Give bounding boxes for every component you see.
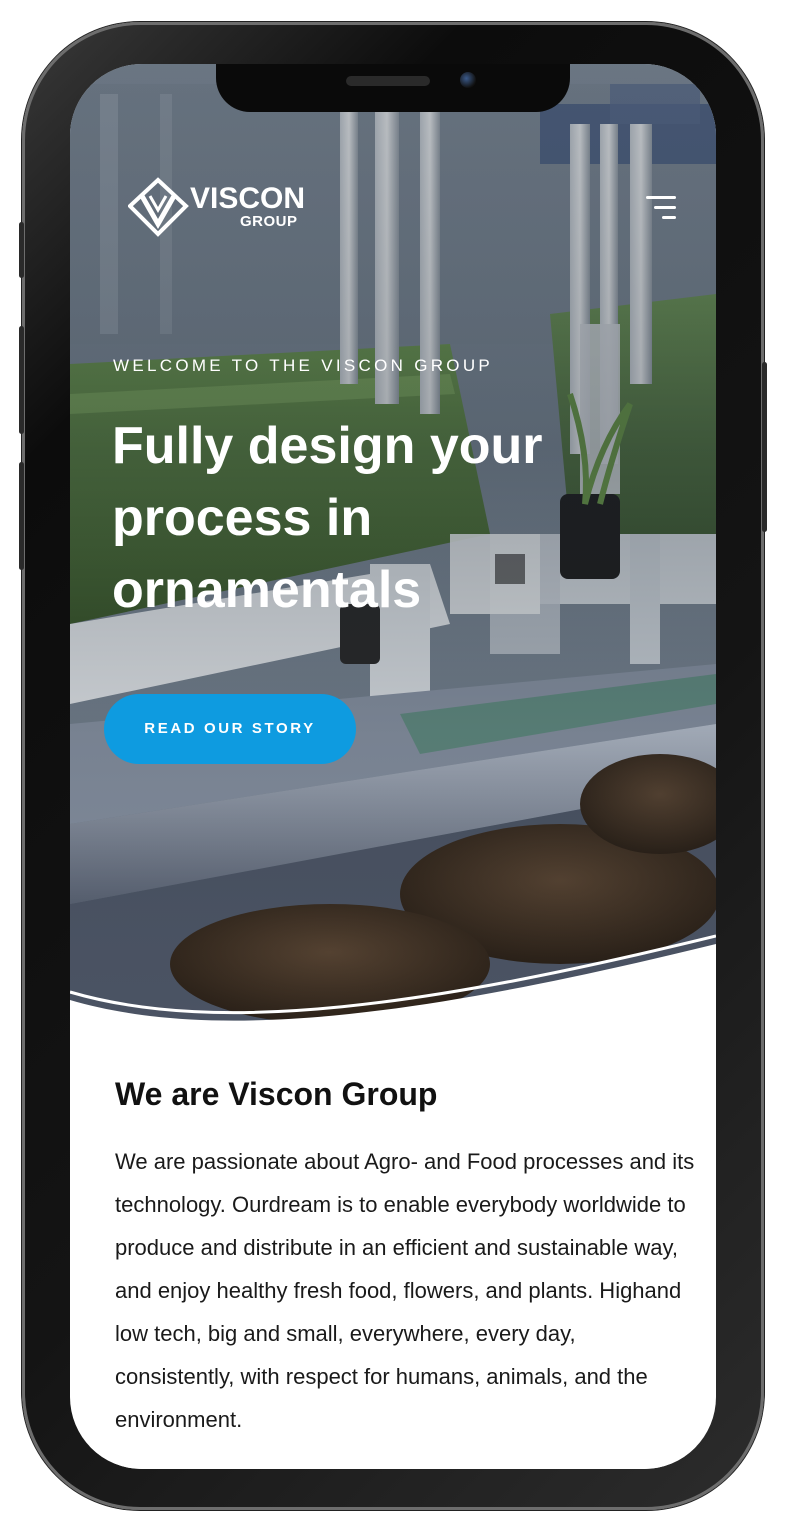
hero-wave-divider [70,934,716,1044]
about-heading: We are Viscon Group [115,1076,438,1112]
phone-screen: VISCON GROUP WELCOME TO THE VISCON GROUP… [70,64,716,1469]
menu-line-bottom [662,216,676,219]
hero-headline: Fully design your process in ornamentals [112,417,543,619]
phone-notch [216,64,570,112]
hero-eyebrow: WELCOME TO THE VISCON GROUP [113,356,494,375]
read-our-story-button[interactable]: READ OUR STORY [104,694,356,764]
hamburger-menu-icon[interactable] [640,192,680,224]
viscon-v-logo-icon [128,177,189,237]
menu-line-middle [654,206,676,209]
volume-down-button [19,462,24,570]
menu-line-top [646,196,676,199]
logo-wordmark: VISCON [190,182,306,215]
screen-bottom-edge [70,1446,716,1469]
power-button [762,362,767,532]
viscon-group-logo[interactable]: VISCON GROUP [128,176,328,240]
speaker-grille [346,76,430,86]
about-paragraph: We are passionate about Agro- and Food p… [115,1149,695,1432]
silent-switch [19,222,24,278]
volume-up-button [19,326,24,434]
logo-subtitle: GROUP [240,213,298,230]
hero-section: VISCON GROUP WELCOME TO THE VISCON GROUP… [70,64,716,1024]
front-camera [460,72,476,88]
